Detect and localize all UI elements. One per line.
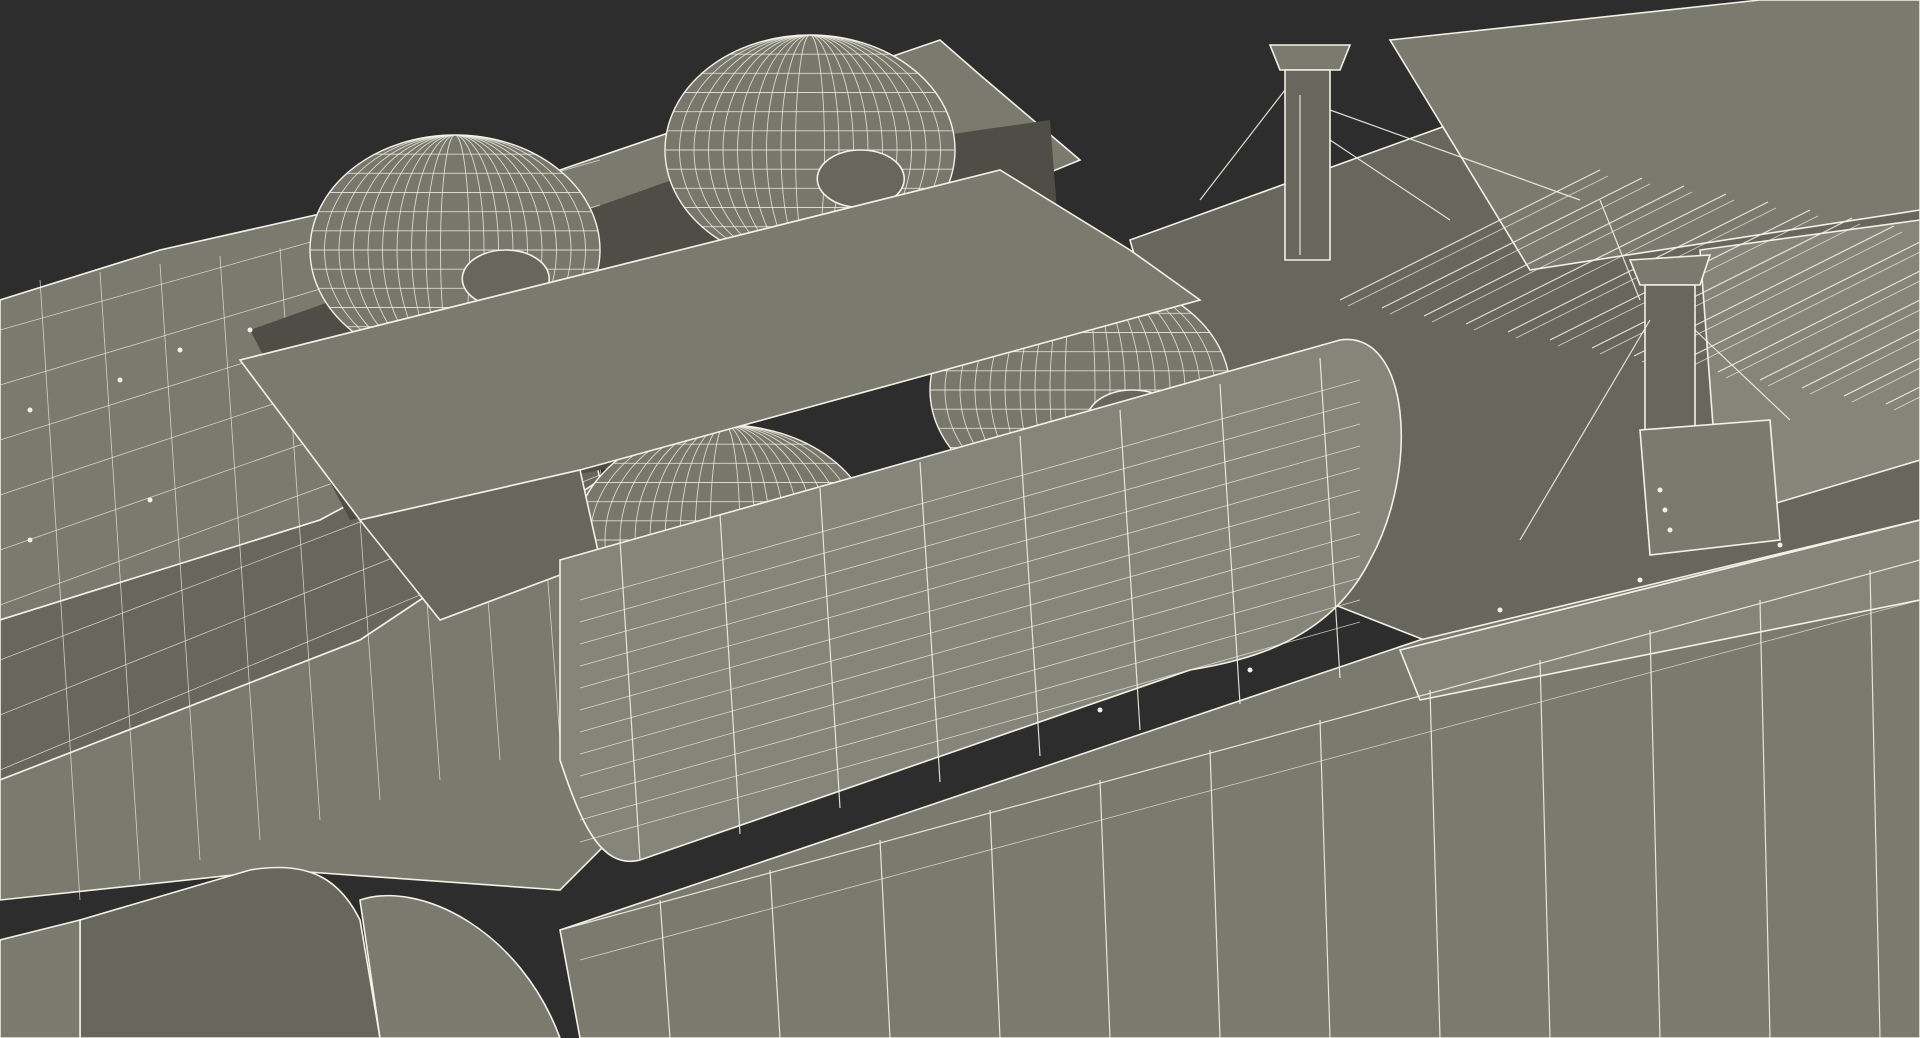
wireframe-render — [0, 0, 1920, 1038]
